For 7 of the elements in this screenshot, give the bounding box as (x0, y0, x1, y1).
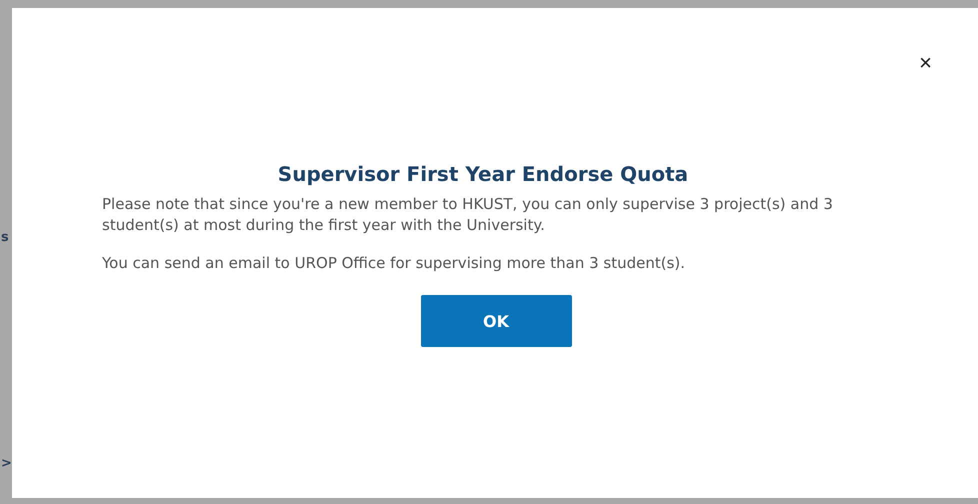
ok-button[interactable]: OK (420, 295, 572, 347)
close-button[interactable]: × (917, 52, 934, 74)
background-text-fragment: > (0, 456, 12, 472)
background-text-fragment: s (0, 230, 10, 246)
dialog-message: Please note that since you're a new member to HKUST, you can only supervise 3 project(s) and 3 student(s) at most during the first year with the University. (102, 194, 834, 236)
dialog-title: Supervisor First Year Endorse Quota (276, 162, 690, 186)
dialog-message: You can send an email to UROP Office for supervising more than 3 student(s). (102, 253, 686, 274)
